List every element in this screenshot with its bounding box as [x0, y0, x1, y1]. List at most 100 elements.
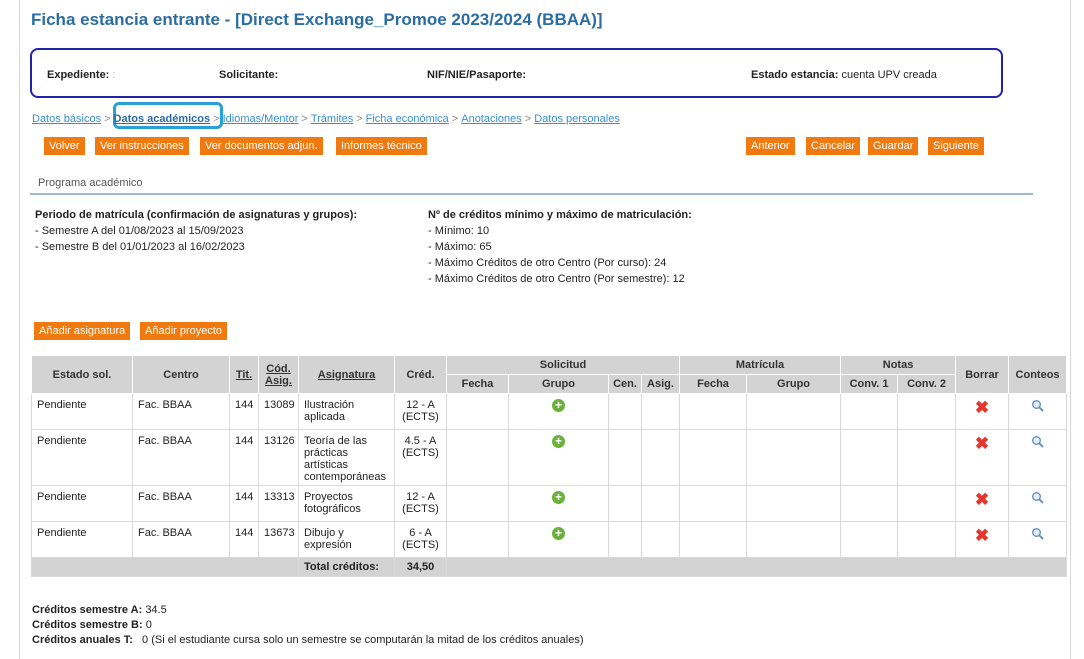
- total-value: 34,50: [394, 557, 447, 577]
- cell-asignatura: Teoría de las prácticas artísticas conte…: [298, 429, 395, 486]
- magnifier-icon[interactable]: [1031, 435, 1044, 448]
- breadcrumb-datos-academicos[interactable]: Datos académicos: [114, 113, 211, 125]
- sem-a-label: Créditos semestre A:: [32, 604, 143, 616]
- cell-conv1: [840, 393, 899, 430]
- estado-value: cuenta UPV creada: [841, 69, 937, 81]
- cell-conteos: [1008, 521, 1068, 558]
- cell-cred: 4.5 - A (ECTS): [394, 429, 447, 486]
- breadcrumb-idiomas-mentor[interactable]: Idiomas/Mentor: [223, 113, 299, 125]
- breadcrumb-anotaciones[interactable]: Anotaciones: [461, 113, 522, 125]
- table-row: Pendiente Fac. BBAA 144 13089 Ilustració…: [31, 393, 1068, 430]
- col-conteos: Conteos: [1008, 355, 1068, 394]
- cell-conv1: [840, 429, 899, 486]
- cell-tit: 144: [229, 393, 259, 430]
- cell-sol-grupo: +: [508, 393, 609, 430]
- breadcrumb: Datos básicos > Datos académicos > Idiomas/M…: [32, 113, 620, 125]
- stay-header-box: Expediente: : Solicitante: NIF/NIE/Pasap…: [30, 48, 1003, 98]
- cell-sol-grupo: +: [508, 485, 609, 522]
- siguiente-button[interactable]: Siguiente: [928, 137, 984, 155]
- creditos-line: - Mínimo: 10: [428, 225, 490, 237]
- col-sol-grupo: Grupo: [508, 374, 609, 394]
- cell-sol-cen: [608, 485, 642, 522]
- anual-label: Créditos anuales T:: [32, 634, 133, 646]
- ver-documentos-button[interactable]: Ver documentos adjun.: [200, 137, 323, 155]
- cell-conv1: [840, 521, 899, 558]
- col-asignatura[interactable]: Asignatura: [298, 355, 395, 394]
- cell-sol-cen: [608, 429, 642, 486]
- credits-summary: Créditos semestre A: 34.5 Créditos semes…: [32, 603, 583, 648]
- sem-b-value: 0: [145, 619, 152, 631]
- anual-value: 0 (Si el estudiante cursa solo un semest…: [142, 634, 584, 646]
- creditos-line: - Máximo Créditos de otro Centro (Por cu…: [428, 257, 667, 269]
- cell-cred: 12 - A (ECTS): [394, 393, 447, 430]
- cell-sol-asig: [640, 429, 681, 486]
- cell-mat-fecha: [679, 429, 748, 486]
- anual-summary: Créditos anuales T: 0 (Si el estudiante …: [32, 633, 583, 648]
- col-tit[interactable]: Tit.: [229, 355, 259, 394]
- add-group-icon[interactable]: +: [552, 491, 565, 504]
- cell-borrar: ✖: [955, 485, 1010, 522]
- anterior-button[interactable]: Anterior: [746, 137, 795, 155]
- estado-field: Estado estancia: cuenta UPV creada: [751, 69, 937, 81]
- cell-conv1: [840, 485, 899, 522]
- cell-estado: Pendiente: [31, 393, 133, 430]
- col-cod-asig[interactable]: Cód. Asig.: [258, 355, 299, 394]
- page-title: Ficha estancia entrante - [Direct Exchan…: [31, 10, 603, 29]
- expediente-label: Expediente:: [47, 69, 110, 81]
- creditos-heading: Nº de créditos mínimo y máximo de matric…: [428, 209, 692, 221]
- creditos-line: - Máximo: 65: [428, 241, 492, 253]
- guardar-button[interactable]: Guardar: [868, 137, 919, 155]
- add-project-button[interactable]: Añadir proyecto: [140, 322, 228, 340]
- cell-centro: Fac. BBAA: [132, 429, 230, 486]
- add-group-icon[interactable]: +: [552, 527, 565, 540]
- expediente-value: :: [112, 69, 116, 81]
- add-subject-button[interactable]: Añadir asignatura: [34, 322, 131, 340]
- cell-mat-fecha: [679, 521, 748, 558]
- section-title: Programa académico: [38, 177, 143, 189]
- cell-sol-cen: [608, 521, 642, 558]
- cell-sol-asig: [640, 521, 681, 558]
- magnifier-icon[interactable]: [1031, 399, 1044, 412]
- col-centro: Centro: [132, 355, 230, 394]
- col-matricula: Matrícula: [679, 355, 842, 375]
- breadcrumb-tramites[interactable]: Trámites: [311, 113, 353, 125]
- section-divider: [30, 193, 1033, 195]
- cell-estado: Pendiente: [31, 429, 133, 486]
- magnifier-icon[interactable]: [1031, 527, 1044, 540]
- cell-cod: 13126: [258, 429, 299, 486]
- total-row: Total créditos: 34,50: [31, 557, 1068, 577]
- cell-tit: 144: [229, 429, 259, 486]
- add-group-icon[interactable]: +: [552, 399, 565, 412]
- col-borrar: Borrar: [955, 355, 1010, 394]
- cancelar-button[interactable]: Cancelar: [806, 137, 861, 155]
- cell-cod: 13673: [258, 521, 299, 558]
- periodo-matricula: Periodo de matrícula (confirmación de as…: [35, 207, 357, 255]
- delete-icon[interactable]: ✖: [975, 526, 989, 545]
- add-group-icon[interactable]: +: [552, 435, 565, 448]
- ver-instrucciones-button[interactable]: Ver instrucciones: [95, 137, 189, 155]
- cell-tit: 144: [229, 521, 259, 558]
- breadcrumb-datos-personales[interactable]: Datos personales: [534, 113, 620, 125]
- sem-b-summary: Créditos semestre B: 0: [32, 618, 583, 633]
- delete-icon[interactable]: ✖: [975, 490, 989, 509]
- nif-label: NIF/NIE/Pasaporte:: [427, 69, 527, 81]
- periodo-heading: Periodo de matrícula (confirmación de as…: [35, 209, 358, 221]
- cell-borrar: ✖: [955, 393, 1010, 430]
- cell-tit: 144: [229, 485, 259, 522]
- delete-icon[interactable]: ✖: [975, 434, 989, 453]
- volver-button[interactable]: Volver: [44, 137, 85, 155]
- breadcrumb-ficha-economica[interactable]: Ficha económica: [366, 113, 449, 125]
- cell-sol-fecha: [446, 429, 509, 486]
- cell-conv2: [897, 429, 957, 486]
- cell-mat-grupo: [746, 393, 842, 430]
- subjects-table: Estado sol. Centro Tit. Cód. Asig. Asign…: [31, 355, 1068, 577]
- breadcrumb-datos-basicos[interactable]: Datos básicos: [32, 113, 101, 125]
- cell-cod: 13089: [258, 393, 299, 430]
- estado-label: Estado estancia:: [751, 69, 839, 81]
- cell-sol-grupo: +: [508, 521, 609, 558]
- magnifier-icon[interactable]: [1031, 491, 1044, 504]
- cell-estado: Pendiente: [31, 485, 133, 522]
- cell-conv2: [897, 485, 957, 522]
- delete-icon[interactable]: ✖: [975, 398, 989, 417]
- informes-tecnico-button[interactable]: Informes técnico: [336, 137, 427, 155]
